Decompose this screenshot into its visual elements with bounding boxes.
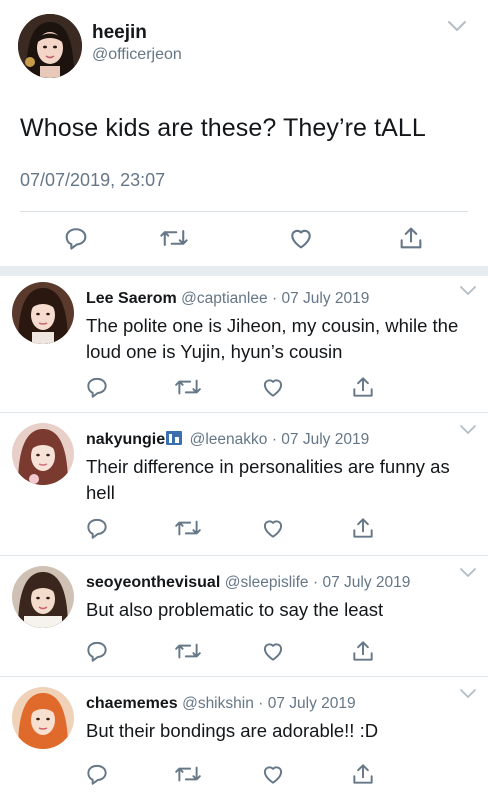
reply-date: 07 July 2019 <box>322 574 411 591</box>
heart-icon[interactable] <box>260 638 286 664</box>
chevron-down-icon[interactable] <box>446 18 468 34</box>
avatar[interactable] <box>12 423 74 485</box>
retweet-icon[interactable] <box>159 224 189 252</box>
reply-text: But their bondings are adorable!! :D <box>86 720 379 741</box>
meta-separator: · <box>258 695 268 712</box>
author-name[interactable]: seoyeonthevisual <box>86 574 220 591</box>
retweet-icon[interactable] <box>174 515 202 541</box>
author-handle[interactable]: @officerjeon <box>92 46 182 64</box>
reply-header: seoyeonthevisual @sleepislife · 07 July … <box>86 574 410 592</box>
chevron-down-icon[interactable] <box>458 423 478 435</box>
meta-separator: · <box>272 290 282 307</box>
retweet-icon[interactable] <box>174 761 202 787</box>
reply-tweet: Lee Saerom @captianlee · 07 July 2019 Th… <box>0 276 488 412</box>
reply-tweet: nakyungie @leenakko · 07 July 2019 Their… <box>0 413 488 555</box>
reply-date: 07 July 2019 <box>281 290 370 307</box>
reply-header: Lee Saerom @captianlee · 07 July 2019 <box>86 290 369 308</box>
retweet-icon[interactable] <box>174 374 202 400</box>
reply-icon[interactable] <box>84 374 110 400</box>
reply-actions <box>0 638 488 666</box>
author-name[interactable]: Lee Saerom <box>86 290 177 307</box>
section-separator <box>0 266 488 276</box>
avatar[interactable] <box>18 14 82 78</box>
reply-text: Their difference in personalities are fu… <box>86 456 450 503</box>
author-name[interactable]: heejin <box>92 22 147 44</box>
main-tweet: heejin @officerjeon Whose kids are these… <box>0 0 488 268</box>
reply-header: nakyungie @leenakko · 07 July 2019 <box>86 431 369 449</box>
reply-text: The polite one is Jiheon, my cousin, whi… <box>86 315 459 362</box>
reply-actions <box>0 761 488 789</box>
avatar[interactable] <box>12 687 74 749</box>
avatar[interactable] <box>12 282 74 344</box>
reply-text: But also problematic to say the least <box>86 599 384 620</box>
reply-icon[interactable] <box>62 224 90 252</box>
tweet-text: Whose kids are these? They’re tALL <box>20 114 426 142</box>
reply-tweet: chaememes @shikshin · 07 July 2019 But t… <box>0 677 488 800</box>
author-name[interactable]: chaememes <box>86 695 178 712</box>
reply-icon[interactable] <box>84 761 110 787</box>
chevron-down-icon[interactable] <box>458 566 478 578</box>
tweet-timestamp: 07/07/2019, 23:07 <box>20 170 166 190</box>
share-icon[interactable] <box>350 638 376 664</box>
share-icon[interactable] <box>350 761 376 787</box>
retweet-icon[interactable] <box>174 638 202 664</box>
heart-icon[interactable] <box>260 374 286 400</box>
share-icon[interactable] <box>397 224 425 252</box>
author-handle[interactable]: @sleepislife <box>225 574 309 591</box>
divider <box>20 211 468 212</box>
share-icon[interactable] <box>350 374 376 400</box>
meta-separator: · <box>271 431 282 448</box>
share-icon[interactable] <box>350 515 376 541</box>
author-handle[interactable]: @captianlee <box>181 290 267 307</box>
author-handle[interactable]: @leenakko <box>190 431 268 448</box>
reply-date: 07 July 2019 <box>281 431 370 448</box>
reply-icon[interactable] <box>84 515 110 541</box>
chevron-down-icon[interactable] <box>458 687 478 699</box>
heart-icon[interactable] <box>260 515 286 541</box>
avatar[interactable] <box>12 566 74 628</box>
author-name[interactable]: nakyungie <box>86 431 165 448</box>
cityscape-emoji <box>166 431 183 445</box>
reply-icon[interactable] <box>84 638 110 664</box>
reply-header: chaememes @shikshin · 07 July 2019 <box>86 695 356 713</box>
reply-date: 07 July 2019 <box>267 695 356 712</box>
reply-actions <box>0 515 488 543</box>
tweet-actions <box>0 224 488 256</box>
heart-icon[interactable] <box>287 224 315 252</box>
reply-actions <box>0 374 488 402</box>
author-handle[interactable]: @shikshin <box>182 695 254 712</box>
reply-tweet: seoyeonthevisual @sleepislife · 07 July … <box>0 556 488 676</box>
heart-icon[interactable] <box>260 761 286 787</box>
chevron-down-icon[interactable] <box>458 284 478 296</box>
